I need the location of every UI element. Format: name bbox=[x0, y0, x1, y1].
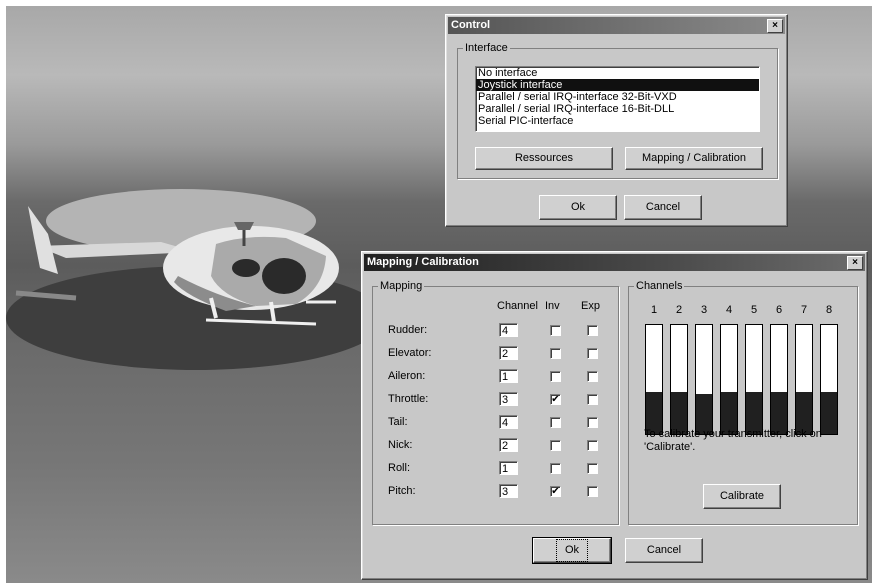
exp-checkbox[interactable] bbox=[587, 348, 598, 359]
resources-label: Ressources bbox=[514, 152, 574, 164]
exp-checkbox[interactable] bbox=[587, 463, 598, 474]
channel-bar bbox=[670, 324, 688, 435]
mapping-row-label: Elevator: bbox=[388, 347, 432, 359]
channel-number: 2 bbox=[675, 304, 683, 316]
control-title: Control bbox=[451, 19, 491, 31]
channel-field[interactable]: 1 bbox=[499, 461, 518, 475]
mapping-ok-button[interactable]: Ok bbox=[532, 537, 612, 564]
inv-checkbox[interactable] bbox=[550, 348, 561, 359]
interface-group-label: Interface bbox=[463, 42, 510, 54]
mapping-group: Mapping Channel Inv Exp Rudder: 4 Elevator… bbox=[372, 280, 619, 525]
mapping-row-label: Pitch: bbox=[388, 485, 416, 497]
mapping-calibration-button[interactable]: Mapping / Calibration bbox=[625, 147, 763, 170]
exp-column-header: Exp bbox=[581, 300, 600, 312]
mapping-row-label: Tail: bbox=[388, 416, 408, 428]
channel-number: 8 bbox=[825, 304, 833, 316]
channel-field[interactable]: 2 bbox=[499, 438, 518, 452]
channels-group: Channels 1 2 3 4 5 6 7 8 To calibrate your tran… bbox=[628, 280, 858, 525]
mapping-row-label: Roll: bbox=[388, 462, 411, 474]
exp-checkbox[interactable] bbox=[587, 440, 598, 451]
interface-option[interactable]: Serial PIC-interface bbox=[476, 115, 759, 127]
channel-field[interactable]: 3 bbox=[499, 392, 518, 406]
ok-label: Ok bbox=[570, 201, 586, 213]
windshield bbox=[262, 258, 306, 294]
control-ok-button[interactable]: Ok bbox=[539, 195, 617, 220]
inv-checkbox[interactable]: ✔ bbox=[550, 394, 561, 405]
channel-field[interactable]: 4 bbox=[499, 323, 518, 337]
exp-checkbox[interactable] bbox=[587, 486, 598, 497]
calibrate-button[interactable]: Calibrate bbox=[703, 484, 781, 509]
channel-field[interactable]: 3 bbox=[499, 484, 518, 498]
inv-column-header: Inv bbox=[545, 300, 560, 312]
mapping-close-button[interactable]: × bbox=[847, 256, 863, 270]
inv-checkbox[interactable] bbox=[550, 325, 561, 336]
exp-checkbox[interactable] bbox=[587, 394, 598, 405]
close-icon: × bbox=[852, 257, 858, 268]
channel-bar bbox=[770, 324, 788, 435]
ok-label: Ok bbox=[555, 539, 589, 562]
mapping-title: Mapping / Calibration bbox=[367, 256, 479, 268]
check-icon: ✔ bbox=[551, 394, 560, 405]
mapping-row-label: Throttle: bbox=[388, 393, 429, 405]
mapping-row-label: Nick: bbox=[388, 439, 413, 451]
calibrate-hint: To calibrate your transmitter, click on … bbox=[644, 428, 822, 453]
resources-button[interactable]: Ressources bbox=[475, 147, 613, 170]
mapping-cancel-button[interactable]: Cancel bbox=[625, 538, 703, 563]
channels-group-label: Channels bbox=[634, 280, 685, 292]
cancel-label: Cancel bbox=[645, 201, 681, 213]
exp-checkbox[interactable] bbox=[587, 417, 598, 428]
channel-number: 5 bbox=[750, 304, 758, 316]
interface-listbox[interactable]: No interface Joystick interface Parallel /… bbox=[475, 66, 760, 132]
interface-group: Interface No interface Joystick interface… bbox=[457, 42, 778, 179]
inv-checkbox[interactable] bbox=[550, 440, 561, 451]
interface-option[interactable]: Parallel / serial IRQ-interface 32-Bit-V… bbox=[476, 91, 759, 103]
side-window bbox=[232, 259, 260, 277]
mapping-title-bar: Mapping / Calibration × bbox=[364, 254, 865, 271]
channel-number: 3 bbox=[700, 304, 708, 316]
channel-field[interactable]: 1 bbox=[499, 369, 518, 383]
channel-number: 6 bbox=[775, 304, 783, 316]
channel-number: 4 bbox=[725, 304, 733, 316]
mapping-row-label: Rudder: bbox=[388, 324, 428, 336]
interface-option[interactable]: Parallel / serial IRQ-interface 16-Bit-D… bbox=[476, 103, 759, 115]
channel-field[interactable]: 2 bbox=[499, 346, 518, 360]
inv-checkbox[interactable] bbox=[550, 463, 561, 474]
channel-bar bbox=[695, 324, 713, 435]
mapping-calibration-dialog: Mapping / Calibration × Mapping Channel … bbox=[361, 251, 868, 580]
mapping-row-label: Aileron: bbox=[388, 370, 426, 382]
inv-checkbox[interactable]: ✔ bbox=[550, 486, 561, 497]
close-icon: × bbox=[772, 20, 778, 31]
control-dialog: Control × Interface No interface Joystick… bbox=[445, 14, 788, 227]
channel-column-header: Channel bbox=[497, 300, 538, 312]
check-icon: ✔ bbox=[551, 486, 560, 497]
channel-number: 7 bbox=[800, 304, 808, 316]
channel-bar bbox=[645, 324, 663, 435]
channel-bar bbox=[820, 324, 838, 435]
interface-option[interactable]: No interface bbox=[476, 67, 759, 79]
inv-checkbox[interactable] bbox=[550, 371, 561, 382]
mapping-calibration-label: Mapping / Calibration bbox=[642, 152, 746, 164]
channel-field[interactable]: 4 bbox=[499, 415, 518, 429]
exp-checkbox[interactable] bbox=[587, 371, 598, 382]
channel-number: 1 bbox=[650, 304, 658, 316]
control-cancel-button[interactable]: Cancel bbox=[624, 195, 702, 220]
inv-checkbox[interactable] bbox=[550, 417, 561, 428]
exp-checkbox[interactable] bbox=[587, 325, 598, 336]
calibrate-label: Calibrate bbox=[719, 490, 765, 502]
interface-option[interactable]: Joystick interface bbox=[476, 79, 759, 91]
control-title-bar: Control × bbox=[448, 17, 785, 34]
cancel-label: Cancel bbox=[646, 544, 682, 556]
channel-bar bbox=[720, 324, 738, 435]
channel-bar bbox=[795, 324, 813, 435]
control-close-button[interactable]: × bbox=[767, 19, 783, 33]
channel-bar bbox=[745, 324, 763, 435]
mapping-group-label: Mapping bbox=[378, 280, 425, 292]
